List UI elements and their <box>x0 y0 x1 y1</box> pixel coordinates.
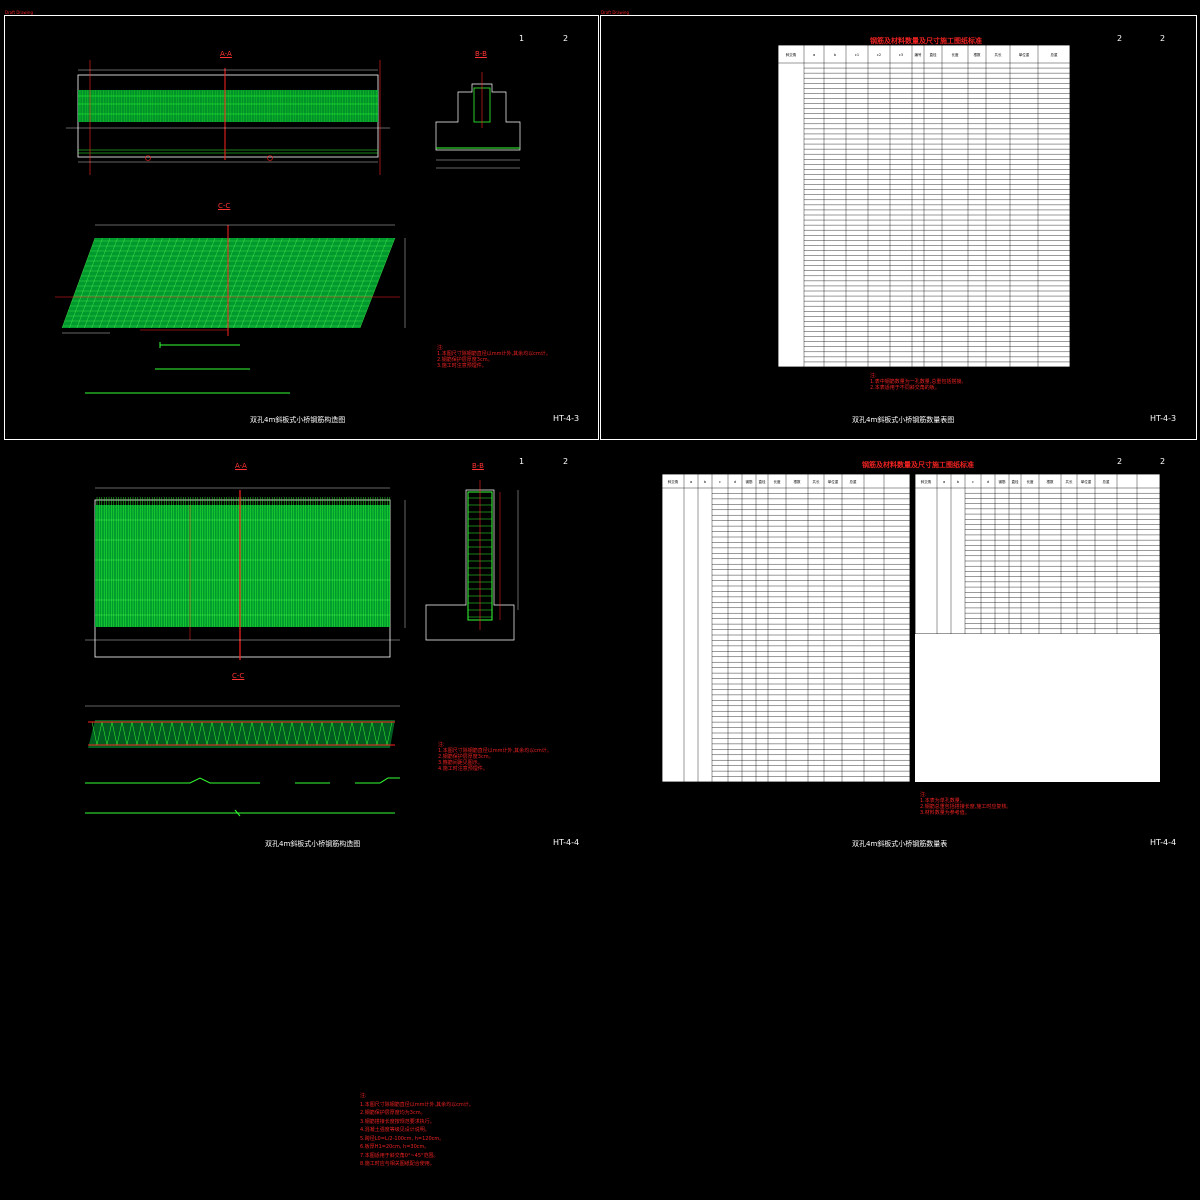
table-header-cell: c2 <box>877 53 881 57</box>
sheet-title: 双孔4m斜板式小桥钢筋数量表 <box>852 840 948 848</box>
table-header-cell: 根数 <box>1047 479 1055 484</box>
table-header-cell: 单位重 <box>828 479 839 484</box>
table-header-cell: 直径 <box>930 52 938 57</box>
table-notes: 注: 1.表中钢筋数量为一孔数量,总重包括搭接。 2.本表适用于不同斜交角的板。 <box>870 373 967 391</box>
table-header-cell: 直径 <box>1012 479 1020 484</box>
note-item: 4.混凝土强度等级见设计说明。 <box>360 1127 430 1133</box>
notes-heading: 注: <box>360 1093 367 1099</box>
table-header-cell: 直径 <box>759 479 767 484</box>
note-item: 6.板厚H1=20cm, h=30cm。 <box>360 1144 430 1150</box>
table-header-cell: 根数 <box>974 52 982 57</box>
page-total: 2 <box>1160 457 1166 466</box>
table-header-cell: 编号 <box>915 52 923 57</box>
table-title: 钢筋及材料数量及尺寸施工图纸标准 <box>862 461 974 469</box>
section-label-aa: A-A <box>235 462 247 470</box>
table-grid-lines <box>915 474 1160 634</box>
page-number: 2 <box>1117 457 1123 466</box>
page-total: 2 <box>563 457 569 466</box>
table-grid-lines <box>662 474 910 782</box>
rebar-quantity-table-2a: 斜交角 α b c d 钢筋 直径 长度 根数 共长 单位重 总重 <box>662 474 910 782</box>
section-label-bb: B-B <box>472 462 484 470</box>
table-header-cell: 长度 <box>952 52 960 57</box>
note-item: 8.施工时应与相关图纸配合使用。 <box>360 1161 435 1167</box>
table-header-cell: 总重 <box>1051 52 1059 57</box>
general-notes: 注: 1.本图尺寸除钢筋直径以mm计外,其余均以cm计。 2.钢筋保护层厚度均为… <box>360 1092 474 1169</box>
section-label-cc: C-C <box>232 672 245 680</box>
table-header-cell: b <box>704 480 707 484</box>
page-number: 2 <box>1117 34 1123 43</box>
table-header-cell: 总重 <box>1103 479 1111 484</box>
rebar-quantity-table-2b: 斜交角 α b c d 钢筋 直径 长度 根数 共长 单位重 总重 <box>915 474 1160 782</box>
sheet-notes: 注: 1.本图尺寸除钢筋直径以mm计外,其余均以cm计。 2.钢筋保护层厚度3cm。… <box>438 742 552 772</box>
note-item: 7.本图适用于斜交角0°~45°范围。 <box>360 1152 439 1159</box>
table-header-cell: α <box>943 480 946 484</box>
table-header-cell: b <box>834 53 837 57</box>
table-header-cell: c <box>972 480 974 484</box>
table-header-cell: d <box>987 480 989 484</box>
table-header-cell: 长度 <box>1027 479 1035 484</box>
table-header-cell: 单位重 <box>1081 479 1092 484</box>
table-grid-2a: 斜交角 α b c d 钢筋 直径 长度 根数 共长 单位重 总重 <box>662 474 910 782</box>
page-total: 2 <box>1160 34 1166 43</box>
table-grid-lines <box>778 45 1070 367</box>
table-notes: 注: 1.本表为单孔数量。 2.钢筋总重包括搭接长度,施工时应复核。 3.材料数量为参… <box>920 792 1012 816</box>
sheet-title: 双孔4m斜板式小桥钢筋数量表图 <box>852 416 955 424</box>
table-header-cell: α <box>813 53 816 57</box>
table-header-cell: d <box>734 480 736 484</box>
table-header-cell: c1 <box>855 53 859 57</box>
table-header-cell: 根数 <box>794 479 802 484</box>
table-header-cell: 总重 <box>850 479 858 484</box>
table-header-cell: 钢筋 <box>746 479 754 484</box>
table-header-cell: 长度 <box>774 479 782 484</box>
table-grid-1: 斜交角 α b c1 c2 c3 编号 直径 长度 根数 共长 单位重 总重 <box>778 45 1070 367</box>
table-grid-2b: 斜交角 α b c d 钢筋 直径 长度 根数 共长 单位重 总重 <box>915 474 1160 634</box>
table-header-cell: 斜交角 <box>668 479 679 484</box>
note-item: 2.钢筋保护层厚度均为3cm。 <box>360 1110 426 1116</box>
table-header-cell: 共长 <box>813 479 821 484</box>
page-number: 1 <box>519 457 525 466</box>
note-item: 3.钢筋搭接长度按规范要求执行。 <box>360 1118 435 1125</box>
table-header-cell: c <box>719 480 721 484</box>
rebar-quantity-table-1: 斜交角 α b c1 c2 c3 编号 直径 长度 根数 共长 单位重 总重 <box>778 45 1070 367</box>
corner-tag-2: Draft Drawing <box>601 10 629 15</box>
table-header-cell: b <box>957 480 960 484</box>
drawing-code: HT-4-4 <box>553 838 580 847</box>
table-header-cell: c3 <box>899 53 903 57</box>
table-header-cell: 钢筋 <box>999 479 1007 484</box>
drawing-code: HT-4-4 <box>1150 838 1177 847</box>
table-header-cell: 斜交角 <box>921 479 932 484</box>
table-header-cell: 单位重 <box>1019 52 1030 57</box>
sheet-title: 双孔4m斜板式小桥钢筋构造图 <box>265 840 361 848</box>
note-item: 1.本图尺寸除钢筋直径以mm计外,其余均以cm计。 <box>360 1101 474 1108</box>
drawing-code: HT-4-3 <box>1150 414 1177 423</box>
table-header-cell: α <box>690 480 693 484</box>
note-item: 5.跨径L0=L/2-100cm, h=120cm。 <box>360 1135 445 1142</box>
table-header-cell: 斜交角 <box>786 52 797 57</box>
table-header-cell: 共长 <box>995 52 1003 57</box>
table-header-cell: 共长 <box>1066 479 1074 484</box>
